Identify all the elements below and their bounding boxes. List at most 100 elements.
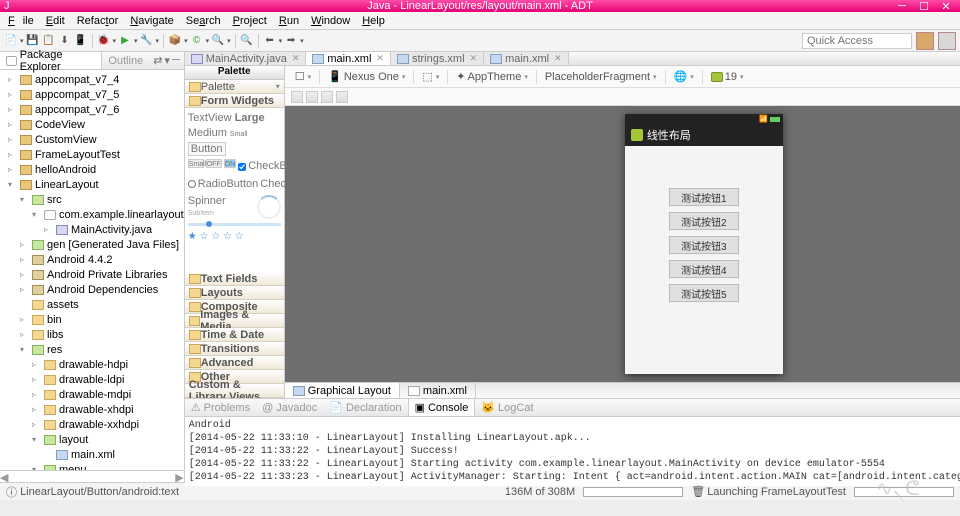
- locale-dropdown[interactable]: 🌐: [670, 69, 698, 84]
- project-tree[interactable]: ▹appcompat_v7_4▹appcompat_v7_5▹appcompat…: [0, 70, 184, 470]
- tree-node[interactable]: ▹bin: [0, 312, 184, 327]
- tree-node[interactable]: ▾res: [0, 342, 184, 357]
- palette-dropdown[interactable]: Palette: [185, 80, 284, 94]
- back-icon[interactable]: ⬅: [263, 34, 277, 48]
- view-menu-icon[interactable]: ▾: [164, 54, 170, 67]
- preview-button[interactable]: 测试按钮4: [669, 260, 739, 278]
- console-output[interactable]: Android [2014-05-22 11:33:10 - LinearLay…: [185, 417, 960, 486]
- link-with-editor-icon[interactable]: ⇄: [153, 54, 162, 67]
- device-dropdown[interactable]: 📱 Nexus One: [324, 69, 409, 84]
- menu-help[interactable]: Help: [358, 15, 389, 27]
- save-all-icon[interactable]: 📋: [42, 34, 56, 48]
- open-type-icon[interactable]: 🔍: [211, 34, 225, 48]
- fragment-dropdown[interactable]: PlaceholderFragment: [541, 70, 661, 84]
- perspective-other[interactable]: [938, 32, 956, 50]
- menu-file[interactable]: File: [4, 15, 38, 27]
- canvas-tool-2[interactable]: [306, 91, 318, 103]
- tab-graphical-layout[interactable]: Graphical Layout: [285, 383, 400, 398]
- tree-node[interactable]: main.xml: [0, 447, 184, 462]
- tree-node[interactable]: ▹drawable-xxhdpi: [0, 417, 184, 432]
- orientation-dropdown[interactable]: ⬚: [418, 69, 443, 84]
- canvas-tool-3[interactable]: [321, 91, 333, 103]
- tree-node[interactable]: ▹appcompat_v7_6: [0, 102, 184, 117]
- menu-project[interactable]: Project: [229, 15, 271, 27]
- editor-tab[interactable]: main.xml✕: [306, 52, 391, 65]
- menu-edit[interactable]: Edit: [42, 15, 69, 27]
- editor-tab[interactable]: strings.xml✕: [391, 52, 484, 65]
- config-dropdown[interactable]: ☐: [291, 69, 315, 84]
- tree-node[interactable]: ▹appcompat_v7_4: [0, 72, 184, 87]
- tree-node[interactable]: ▹helloAndroid: [0, 162, 184, 177]
- tab-package-explorer[interactable]: Package Explorer: [0, 52, 102, 69]
- tab-console[interactable]: ▣ Console: [408, 399, 476, 416]
- new-class-icon[interactable]: ©: [190, 34, 204, 48]
- menu-window[interactable]: Window: [307, 15, 354, 27]
- forward-icon[interactable]: ➡: [284, 34, 298, 48]
- tree-node[interactable]: ▹Android 4.4.2: [0, 252, 184, 267]
- menu-search[interactable]: Search: [182, 15, 225, 27]
- menu-refactor[interactable]: Refactor: [73, 15, 123, 27]
- tree-node[interactable]: ▹drawable-xhdpi: [0, 402, 184, 417]
- canvas-tool-4[interactable]: [336, 91, 348, 103]
- palette-form-widgets[interactable]: Form Widgets: [185, 94, 284, 108]
- tree-node[interactable]: ▹appcompat_v7_5: [0, 87, 184, 102]
- palette-slider[interactable]: [188, 223, 281, 226]
- palette-text-fields[interactable]: Text Fields: [185, 272, 284, 286]
- search-icon[interactable]: 🔍: [240, 34, 254, 48]
- preview-button[interactable]: 测试按钮2: [669, 212, 739, 230]
- tree-node[interactable]: ▹Android Private Libraries: [0, 267, 184, 282]
- tree-node[interactable]: ▹drawable-mdpi: [0, 387, 184, 402]
- quick-access-input[interactable]: [802, 33, 912, 49]
- tree-node[interactable]: ▹drawable-ldpi: [0, 372, 184, 387]
- device-preview[interactable]: 📶 线性布局 测试按钮1测试按钮2测试按钮3测试按钮4测试按钮5: [625, 114, 783, 374]
- phone-icon[interactable]: 📱: [74, 34, 88, 48]
- palette-checkbox[interactable]: [238, 163, 246, 171]
- new-package-icon[interactable]: 📦: [168, 34, 182, 48]
- memory-bar[interactable]: [583, 487, 683, 497]
- editor-tab[interactable]: MainActivity.java✕: [185, 52, 307, 65]
- tree-node[interactable]: ▾menu: [0, 462, 184, 470]
- tree-node[interactable]: ▹gen [Generated Java Files]: [0, 237, 184, 252]
- tree-node[interactable]: ▹Android Dependencies: [0, 282, 184, 297]
- palette-custom[interactable]: Custom & Library Views: [185, 384, 284, 398]
- tab-declaration[interactable]: 📄 Declaration: [323, 399, 407, 416]
- tree-node[interactable]: ▾com.example.linearlayout: [0, 207, 184, 222]
- tree-node[interactable]: ▹FrameLayoutTest: [0, 147, 184, 162]
- preview-button[interactable]: 测试按钮5: [669, 284, 739, 302]
- scroll-right-icon[interactable]: ▶: [175, 471, 183, 482]
- save-icon[interactable]: 💾: [26, 34, 40, 48]
- theme-dropdown[interactable]: ✦ AppTheme: [452, 69, 532, 84]
- menu-run[interactable]: Run: [275, 15, 303, 27]
- scroll-left-icon[interactable]: ◀: [0, 471, 8, 482]
- new-icon[interactable]: 📄: [4, 34, 18, 48]
- tree-node[interactable]: ▾src: [0, 192, 184, 207]
- minimize-view-icon[interactable]: ─: [172, 54, 180, 67]
- download-icon[interactable]: ⬇: [58, 34, 72, 48]
- close-button[interactable]: ✕: [936, 0, 956, 13]
- palette-layouts[interactable]: Layouts: [185, 286, 284, 300]
- palette-advanced[interactable]: Advanced: [185, 356, 284, 370]
- tab-javadoc[interactable]: @ Javadoc: [256, 399, 323, 416]
- rating-icon[interactable]: ★ ☆ ☆ ☆ ☆: [188, 230, 281, 244]
- tree-node[interactable]: ▹CustomView: [0, 132, 184, 147]
- gc-icon[interactable]: 🗑: [691, 485, 699, 498]
- maximize-button[interactable]: ☐: [914, 0, 934, 13]
- preview-button[interactable]: 测试按钮3: [669, 236, 739, 254]
- tree-node[interactable]: ▾LinearLayout: [0, 177, 184, 192]
- tab-problems[interactable]: ⚠ Problems: [185, 399, 256, 416]
- debug-icon[interactable]: 🐞: [97, 34, 111, 48]
- palette-radio[interactable]: [188, 180, 196, 188]
- tree-node[interactable]: ▹MainActivity.java: [0, 222, 184, 237]
- run-icon[interactable]: ▶: [118, 34, 132, 48]
- editor-tab[interactable]: main.xml✕: [484, 52, 569, 65]
- ext-tools-icon[interactable]: 🔧: [140, 34, 154, 48]
- tree-node[interactable]: ▹libs: [0, 327, 184, 342]
- minimize-button[interactable]: ─: [892, 0, 912, 13]
- perspective-java[interactable]: [916, 32, 934, 50]
- palette-time-date[interactable]: Time & Date: [185, 328, 284, 342]
- tree-node[interactable]: ▹CodeView: [0, 117, 184, 132]
- palette-images[interactable]: Images & Media: [185, 314, 284, 328]
- tree-node[interactable]: ▾layout: [0, 432, 184, 447]
- tree-node[interactable]: ▹drawable-hdpi: [0, 357, 184, 372]
- tab-xml-source[interactable]: main.xml: [400, 383, 476, 398]
